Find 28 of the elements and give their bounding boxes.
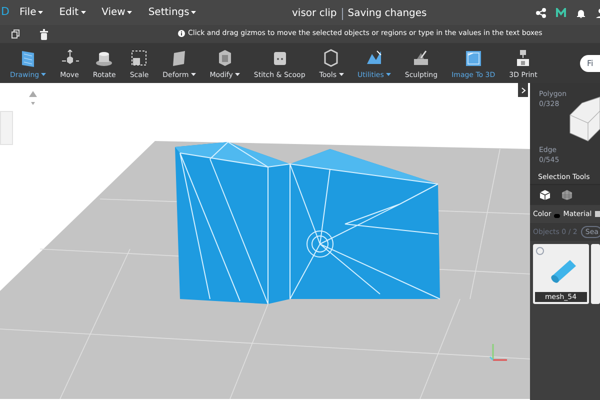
cube-icon[interactable] (540, 190, 550, 200)
shape-icon (365, 48, 384, 66)
copy-icon[interactable] (11, 29, 20, 39)
document-title: visor clip (292, 7, 337, 21)
info-icon (178, 30, 185, 37)
logo-letter: D (1, 4, 10, 20)
search-field[interactable]: Fi (580, 55, 600, 72)
save-status: Saving changes (348, 7, 427, 21)
picture-icon (464, 48, 482, 66)
menu-item[interactable]: Settings (148, 5, 196, 20)
cube-outline-icon (322, 48, 340, 66)
menu-item[interactable]: File (19, 5, 44, 20)
object-card[interactable] (590, 244, 600, 304)
sculpt-tool-icon (412, 48, 430, 66)
share-icon[interactable] (536, 8, 546, 18)
trash-icon[interactable] (40, 28, 48, 40)
axis-gizmo-icon (487, 342, 509, 364)
dashed-square-icon (130, 48, 148, 66)
menu-item[interactable]: View (102, 5, 132, 20)
material-icon[interactable] (594, 211, 600, 217)
menu-item[interactable]: Edit (59, 5, 86, 20)
mesh-cube-icon[interactable] (562, 190, 572, 200)
m-logo-icon[interactable] (556, 8, 566, 18)
color-swatch[interactable] (554, 214, 560, 218)
chevron-right-icon (520, 86, 526, 94)
move-arrows-icon (60, 48, 78, 66)
bell-icon[interactable] (576, 8, 586, 18)
panel-toggle-button[interactable] (518, 83, 528, 97)
